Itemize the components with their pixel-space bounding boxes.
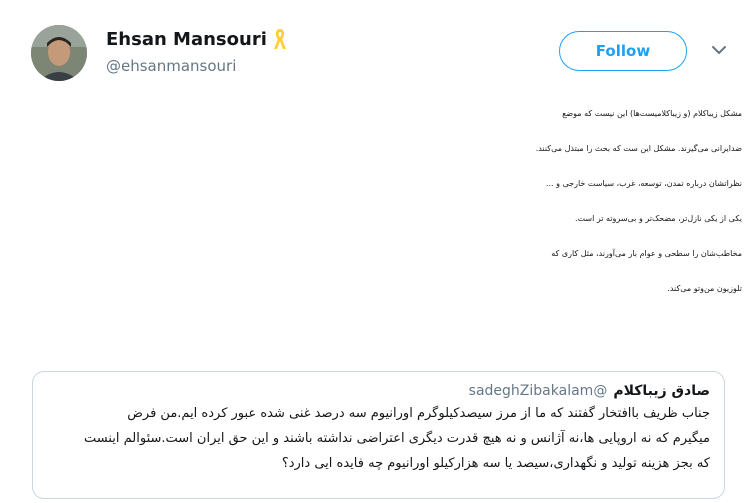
tweet-line: مشکل زیباکلام (و زیباکلامیست‌ها) این نیس… <box>562 109 742 118</box>
avatar[interactable] <box>31 25 87 81</box>
quoted-tweet-line: که بجز هزینه تولید و نگهداری،سیصد یا سه … <box>281 456 710 471</box>
author-name-row: Ehsan Mansouri <box>106 28 287 50</box>
quoted-tweet-line: جناب ظریف باافتخار گفتند که ما از مرز سی… <box>127 406 710 421</box>
tweet-line: ضدایرانی می‌گیرند. مشکل این ست که بحث را… <box>535 144 742 153</box>
yellow-ribbon-icon <box>273 29 286 49</box>
tweet-line: مخاطب‌شان را سطحی و عوام بار می‌آورند، م… <box>551 249 742 258</box>
quoted-tweet-line: میگیرم که نه اروپایی ها،نه آژانس و نه هی… <box>83 431 710 446</box>
tweet-line: یکی از یکی نازل‌تر، مضحک‌تر و بی‌سروته ت… <box>574 214 742 223</box>
author-display-name[interactable]: Ehsan Mansouri <box>106 29 267 50</box>
chevron-down-icon[interactable] <box>711 42 727 58</box>
tweet-line: تلوزیون من‌وتو می‌کند. <box>667 284 742 293</box>
quoted-tweet-header: صادق زیباکلام @sadeghZibakalam <box>47 381 710 401</box>
author-handle[interactable]: @ehsanmansouri <box>106 57 236 75</box>
tweet-line: نظراتشان درباره تمدن، توسعه، غرب، سیاست … <box>545 179 742 188</box>
quoted-author-handle: @sadeghZibakalam <box>468 383 608 399</box>
follow-button[interactable]: Follow <box>559 31 687 71</box>
quoted-tweet[interactable]: صادق زیباکلام @sadeghZibakalam جناب ظریف… <box>32 371 725 499</box>
avatar-image <box>31 25 87 81</box>
tweet-text: مشکل زیباکلام (و زیباکلامیست‌ها) این نیس… <box>48 96 742 306</box>
quoted-author-name: صادق زیباکلام <box>613 383 710 399</box>
